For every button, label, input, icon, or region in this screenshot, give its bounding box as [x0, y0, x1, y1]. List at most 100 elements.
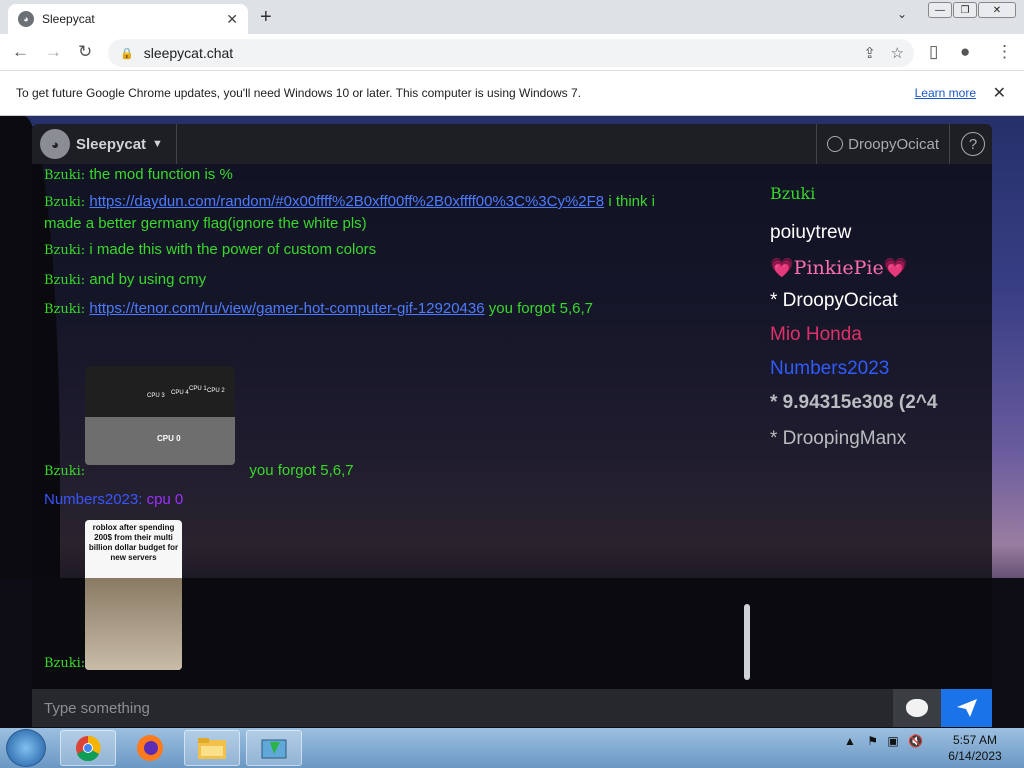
chrome-taskbar-icon[interactable]	[60, 730, 116, 766]
help-button[interactable]: ?	[961, 132, 985, 156]
close-window-button[interactable]: ✕	[978, 2, 1016, 18]
send-paper-plane-icon	[956, 699, 977, 717]
message-text: you forgot 5,6,7	[249, 462, 354, 479]
send-button[interactable]	[941, 689, 992, 727]
user-list-item[interactable]: Bzuki	[770, 184, 815, 203]
gif-label: CPU 2	[207, 388, 225, 394]
chat-message: Bzuki: i made this with the power of cus…	[44, 239, 694, 261]
message-input[interactable]	[32, 689, 893, 727]
user-list-item[interactable]: poiuytrew	[770, 222, 851, 244]
infobar-text: To get future Google Chrome updates, you…	[16, 86, 582, 100]
gif-label: CPU 3	[147, 393, 165, 399]
windows-taskbar: ▲ ⚑ ▣ 🔇 5:57 AM 6/14/2023	[0, 728, 1024, 768]
tray-expand-icon[interactable]: ▲	[844, 734, 856, 748]
message-author: Bzuki:	[44, 464, 86, 479]
gif-label: CPU 4	[171, 390, 189, 396]
message-text: you forgot 5,6,7	[484, 300, 593, 317]
explorer-taskbar-icon[interactable]	[184, 730, 240, 766]
brand-name: Sleepycat	[76, 135, 147, 153]
back-arrow-icon[interactable]: ←	[12, 42, 29, 62]
chat-message: Bzuki: https://tenor.com/ru/view/gamer-h…	[44, 298, 694, 320]
message-author: Bzuki:	[44, 656, 86, 671]
learn-more-link[interactable]: Learn more	[915, 86, 976, 100]
user-icon	[827, 136, 844, 152]
bookmark-star-icon[interactable]: ☆	[891, 44, 904, 62]
clock-time: 5:57 AM	[952, 733, 998, 747]
close-tab-icon[interactable]: ✕	[226, 11, 238, 28]
chat-area: Bzuki: the mod function is % Bzuki: http…	[32, 164, 992, 689]
window-green-arrow-icon	[261, 739, 287, 759]
app-header: ◕ Sleepycat ▼ DroopyOcicat ?	[32, 124, 992, 164]
message-composer	[32, 689, 992, 727]
username: DroopyOcicat	[848, 135, 939, 153]
address-bar[interactable]: 🔒 sleepycat.chat ⇪ ☆	[108, 39, 914, 67]
roblox-meme-thumbnail[interactable]: roblox after spending 200$ from their mu…	[85, 520, 182, 670]
message-text: i made this with the power of custom col…	[89, 241, 377, 258]
firefox-taskbar-icon[interactable]	[122, 730, 178, 766]
message-link[interactable]: https://daydun.com/random/#0x00ffff%2B0x…	[89, 193, 604, 210]
user-list-item[interactable]: Mio Honda	[770, 324, 862, 346]
user-list-item[interactable]: 💗PinkiePie💗	[770, 256, 907, 279]
message-text: and by using cmy	[89, 271, 207, 288]
chat-message: Bzuki: you forgot 5,6,7	[44, 460, 694, 482]
folder-icon	[198, 738, 226, 759]
url-text: sleepycat.chat	[143, 45, 234, 61]
chat-scrollbar[interactable]	[744, 604, 750, 680]
taskbar-clock[interactable]: 5:57 AM 6/14/2023	[940, 732, 1010, 764]
user-menu[interactable]: DroopyOcicat	[816, 124, 950, 164]
volume-muted-icon[interactable]: 🔇	[908, 734, 923, 748]
new-tab-button[interactable]: +	[260, 6, 272, 29]
chat-message: Bzuki: and by using cmy	[44, 269, 694, 291]
chat-message: Bzuki:	[44, 652, 694, 674]
cat-face-icon	[906, 699, 928, 717]
network-icon[interactable]: ▣	[887, 734, 898, 748]
sleepycat-app: ◕ Sleepycat ▼ DroopyOcicat ? Bzuki: the …	[32, 124, 992, 728]
web-page: ◕ Sleepycat ▼ DroopyOcicat ? Bzuki: the …	[0, 116, 1024, 728]
lock-icon: 🔒	[120, 47, 134, 60]
tab-search-chevron-icon[interactable]: ⌄	[897, 7, 907, 21]
forward-arrow-icon[interactable]: →	[45, 42, 62, 62]
side-panel-icon[interactable]: ▯	[929, 42, 938, 62]
share-icon[interactable]: ⇪	[863, 44, 876, 62]
brand-menu[interactable]: ◕ Sleepycat ▼	[32, 124, 177, 164]
tab-title: Sleepycat	[42, 12, 95, 26]
gif-label: CPU 0	[157, 434, 181, 443]
user-list-item[interactable]: * DroopyOcicat	[770, 290, 898, 312]
message-author: Bzuki:	[44, 302, 86, 317]
browser-tab[interactable]: ◕ Sleepycat ✕	[8, 4, 248, 34]
tab-strip: ◕ Sleepycat ✕ + ⌄ — ❐ ✕	[0, 0, 1024, 34]
menu-kebab-icon[interactable]: ⋮	[996, 42, 1013, 62]
infobar-close-icon[interactable]: ✕	[993, 83, 1006, 103]
user-list-item[interactable]: Numbers2023	[770, 358, 889, 380]
action-center-flag-icon[interactable]: ⚑	[867, 734, 878, 748]
app-taskbar-icon[interactable]	[246, 730, 302, 766]
message-text: cpu 0	[146, 491, 184, 508]
start-button[interactable]	[6, 729, 46, 767]
reload-icon[interactable]: ↻	[78, 42, 92, 62]
user-list-item[interactable]: * DroopingManx	[770, 428, 906, 450]
gamer-gif-thumbnail[interactable]: CPU 3 CPU 4 CPU 1 CPU 2 CPU 0	[85, 366, 235, 465]
firefox-logo-icon	[137, 735, 163, 761]
clock-date: 6/14/2023	[948, 749, 1002, 763]
cat-logo-icon: ◕	[40, 129, 70, 159]
cat-emote-button[interactable]	[893, 689, 941, 727]
profile-avatar-icon[interactable]: ●	[960, 42, 970, 62]
chat-message: Bzuki: the mod function is %	[44, 164, 694, 186]
message-author: Bzuki:	[44, 243, 86, 258]
message-text: the mod function is %	[89, 166, 233, 183]
chat-message: Bzuki: https://daydun.com/random/#0x00ff…	[44, 191, 694, 234]
system-tray: ▲ ⚑ ▣ 🔇	[844, 734, 923, 748]
sleepycat-favicon-icon: ◕	[18, 11, 34, 27]
user-list-item[interactable]: * 9.94315e308 (2^4	[770, 392, 937, 414]
message-link[interactable]: https://tenor.com/ru/view/gamer-hot-comp…	[89, 300, 484, 317]
restore-button[interactable]: ❐	[953, 2, 977, 18]
update-infobar: To get future Google Chrome updates, you…	[0, 71, 1024, 116]
chrome-logo-icon	[76, 735, 101, 761]
message-author: Numbers2023:	[44, 491, 143, 508]
minimize-button[interactable]: —	[928, 2, 952, 18]
gif-label: CPU 1	[189, 386, 207, 392]
message-author: Bzuki:	[44, 168, 86, 183]
browser-toolbar: ← → ↻ 🔒 sleepycat.chat ⇪ ☆ ▯ ● ⋮	[0, 34, 1024, 71]
message-author: Bzuki:	[44, 195, 86, 210]
chat-message: Numbers2023: cpu 0	[44, 489, 694, 510]
